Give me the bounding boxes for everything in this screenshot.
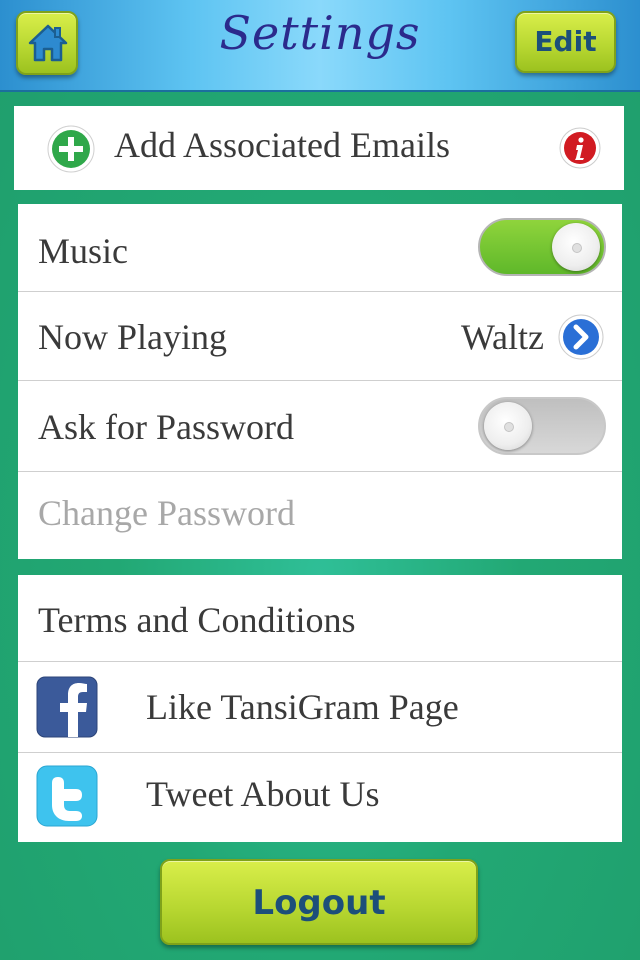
facebook-label: Like TansiGram Page: [146, 687, 459, 727]
music-row: Music: [18, 204, 622, 292]
edit-button[interactable]: Edit: [515, 11, 616, 73]
logout-button[interactable]: Logout: [160, 859, 478, 945]
info-icon[interactable]: [558, 126, 602, 170]
settings-group: Music Now Playing Waltz Ask for Password…: [18, 204, 622, 559]
associated-emails-panel[interactable]: Add Associated Emails: [14, 106, 624, 190]
social-group: Terms and Conditions Like TansiGram Page…: [18, 575, 622, 842]
plus-icon: [47, 125, 95, 173]
ask-password-label: Ask for Password: [38, 407, 294, 447]
facebook-icon: [36, 676, 98, 738]
music-toggle[interactable]: [478, 218, 606, 276]
ask-password-toggle[interactable]: [478, 397, 606, 455]
twitter-label: Tweet About Us: [146, 774, 380, 814]
facebook-row[interactable]: Like TansiGram Page: [18, 662, 622, 753]
change-password-label: Change Password: [38, 493, 295, 533]
twitter-icon: [36, 765, 98, 827]
now-playing-label: Now Playing: [38, 317, 227, 357]
now-playing-row[interactable]: Now Playing Waltz: [18, 292, 622, 381]
music-label: Music: [38, 231, 128, 271]
twitter-row[interactable]: Tweet About Us: [18, 753, 622, 842]
ask-password-row: Ask for Password: [18, 381, 622, 472]
header-bar: Settings Edit: [0, 0, 640, 92]
now-playing-value: Waltz: [460, 317, 544, 357]
add-emails-label: Add Associated Emails: [114, 125, 450, 165]
terms-row[interactable]: Terms and Conditions: [18, 575, 622, 662]
change-password-row[interactable]: Change Password: [18, 472, 622, 559]
terms-label: Terms and Conditions: [38, 600, 356, 640]
chevron-right-icon[interactable]: [557, 313, 605, 361]
